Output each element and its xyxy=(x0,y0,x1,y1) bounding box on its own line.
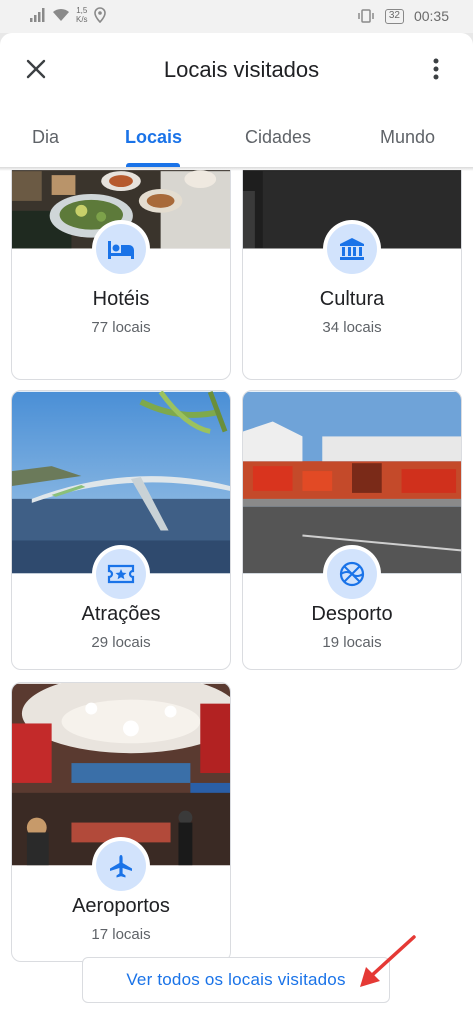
airplane-icon xyxy=(110,855,132,878)
category-card-aeroportos[interactable]: Aeroportos 17 locais xyxy=(11,682,231,962)
museum-icon xyxy=(340,238,364,260)
category-name: Hotéis xyxy=(92,288,150,310)
bed-icon xyxy=(108,241,134,259)
category-count: 34 locais xyxy=(322,319,382,336)
sports-badge xyxy=(323,545,381,603)
category-name: Atrações xyxy=(81,603,161,625)
category-card-desporto[interactable]: Desporto 19 locais xyxy=(242,390,462,670)
airports-badge xyxy=(92,837,150,895)
signal-icon xyxy=(30,8,45,22)
category-name: Aeroportos xyxy=(72,895,170,917)
network-speed: 1,5 K/s xyxy=(76,6,88,24)
category-count: 17 locais xyxy=(91,926,151,943)
category-count: 77 locais xyxy=(91,319,151,336)
status-bar: 1,5 K/s 32 00:35 xyxy=(0,0,473,33)
category-name: Desporto xyxy=(311,603,393,625)
ticket-icon xyxy=(107,564,135,584)
category-grid: Hotéis 77 locais Cultura 34 locais Atraç… xyxy=(0,170,473,1024)
category-card-hoteis[interactable]: Hotéis 77 locais xyxy=(11,170,231,380)
category-count: 19 locais xyxy=(322,634,382,651)
hotels-badge xyxy=(92,220,150,278)
culture-badge xyxy=(323,220,381,278)
clock: 00:35 xyxy=(413,8,449,24)
tab-bar-shadow xyxy=(0,167,473,171)
category-count: 29 locais xyxy=(91,634,151,651)
wifi-icon xyxy=(53,8,69,21)
attractions-badge xyxy=(92,545,150,603)
tab-mundo[interactable]: Mundo xyxy=(380,121,435,169)
annotation-arrow-icon xyxy=(360,935,416,987)
page-title: Locais visitados xyxy=(163,57,320,82)
tab-dia[interactable]: Dia xyxy=(32,121,59,169)
more-options-button[interactable] xyxy=(421,53,451,85)
category-name: Cultura xyxy=(319,288,385,310)
tab-bar: Dia Locais Cidades Mundo xyxy=(0,121,473,171)
basketball-icon xyxy=(339,561,365,587)
tab-cidades[interactable]: Cidades xyxy=(245,121,311,169)
more-vert-icon xyxy=(433,58,439,80)
battery-indicator: 32 xyxy=(384,8,404,24)
visited-places-sheet: Locais visitados Dia Locais Cidades Mund… xyxy=(0,33,473,1024)
category-card-cultura[interactable]: Cultura 34 locais xyxy=(242,170,462,380)
app-bar: Locais visitados xyxy=(0,33,473,105)
tab-locais[interactable]: Locais xyxy=(125,121,182,169)
location-icon xyxy=(93,7,106,23)
category-card-atracoes[interactable]: Atrações 29 locais xyxy=(11,390,231,670)
view-all-visited-places-button[interactable]: Ver todos os locais visitados xyxy=(82,957,390,1003)
vibrate-icon xyxy=(358,9,374,23)
